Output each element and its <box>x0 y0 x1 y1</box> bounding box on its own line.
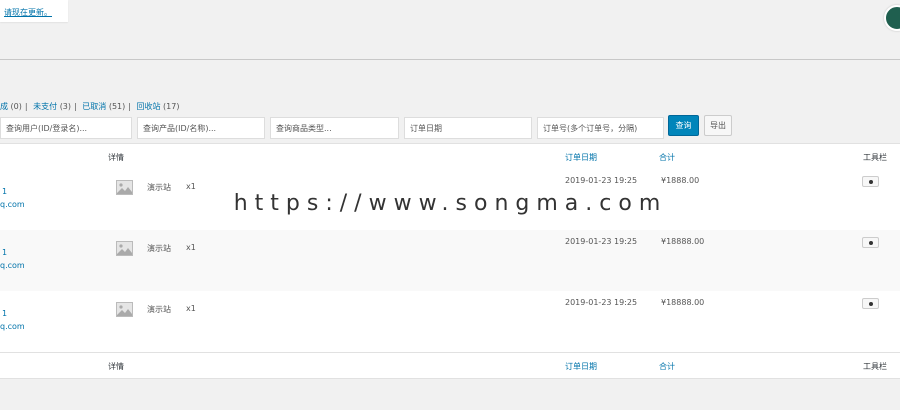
view-order-button[interactable] <box>862 176 879 187</box>
type-search-input[interactable] <box>270 117 399 139</box>
table-header: 详情 订单日期 合计 工具栏 <box>0 143 900 170</box>
column-total[interactable]: 合计 <box>659 361 675 372</box>
column-total[interactable]: 合计 <box>659 152 675 163</box>
avatar[interactable] <box>884 5 900 31</box>
product-quantity: x1 <box>186 182 196 191</box>
column-order-date[interactable]: 订单日期 <box>565 361 597 372</box>
order-total: ¥18888.00 <box>661 237 705 246</box>
orders-table: 详情 订单日期 合计 工具栏 <box>0 143 900 170</box>
user-email-link[interactable]: q.com <box>0 200 25 209</box>
column-tools: 工具栏 <box>863 153 887 162</box>
user-email-link[interactable]: q.com <box>0 322 25 331</box>
view-cancelled[interactable]: 已取消 <box>82 102 106 111</box>
separator: | <box>128 102 131 111</box>
view-trash[interactable]: 回收站 <box>137 102 161 111</box>
view-icon <box>869 302 873 306</box>
column-detail: 详情 <box>108 153 124 162</box>
order-date: 2019-01-23 19:25 <box>565 298 638 307</box>
product-quantity: x1 <box>186 304 196 313</box>
order-date: 2019-01-23 19:25 <box>565 237 638 246</box>
user-id-link[interactable]: 1 <box>2 248 7 257</box>
view-order-button[interactable] <box>862 298 879 309</box>
user-id-link[interactable]: 1 <box>2 309 7 318</box>
view-completed-count: (0) <box>10 102 22 111</box>
table-footer: 详情 订单日期 合计 工具栏 <box>0 352 900 379</box>
column-tools: 工具栏 <box>863 362 887 371</box>
update-now-link[interactable]: 请现在更新。 <box>4 7 52 18</box>
order-total: ¥1888.00 <box>661 176 700 185</box>
image-placeholder-icon <box>116 180 133 195</box>
user-search-input[interactable] <box>0 117 132 139</box>
separator: | <box>24 102 28 111</box>
order-date: 2019-01-23 19:25 <box>565 176 638 185</box>
column-detail: 详情 <box>108 362 124 371</box>
view-cancelled-count: (51) <box>108 102 126 111</box>
order-total: ¥18888.00 <box>661 298 705 307</box>
product-name[interactable]: 演示站 <box>147 243 171 254</box>
order-number-input[interactable] <box>537 117 664 139</box>
product-search-input[interactable] <box>137 117 265 139</box>
view-unpaid-count: (3) <box>59 102 72 111</box>
user-email-link[interactable]: q.com <box>0 261 25 270</box>
product-quantity: x1 <box>186 243 196 252</box>
order-date-input[interactable] <box>404 117 532 139</box>
update-notice: 请现在更新。 <box>0 0 68 22</box>
status-filter-links: 成 (0) | 未支付 (3) | 已取消 (51) | 回收站 (17) <box>0 101 179 112</box>
image-placeholder-icon <box>116 241 133 256</box>
watermark: https://www.songma.com <box>218 190 683 217</box>
table-row: 1 q.com 演示站 x1 2019-01-23 19:25 ¥18888.0… <box>0 291 900 352</box>
column-order-date[interactable]: 订单日期 <box>565 152 597 163</box>
view-trash-count: (17) <box>163 102 180 111</box>
view-completed[interactable]: 成 <box>0 102 8 111</box>
divider <box>0 59 900 60</box>
user-id-link[interactable]: 1 <box>2 187 7 196</box>
view-icon <box>869 241 873 245</box>
table-row: 1 q.com 演示站 x1 2019-01-23 19:25 ¥18888.0… <box>0 230 900 291</box>
view-unpaid[interactable]: 未支付 <box>33 102 57 111</box>
product-name[interactable]: 演示站 <box>147 304 171 315</box>
image-placeholder-icon <box>116 302 133 317</box>
view-order-button[interactable] <box>862 237 879 248</box>
search-button[interactable]: 查询 <box>668 115 699 136</box>
export-button[interactable]: 导出 <box>704 115 732 136</box>
separator: | <box>74 102 77 111</box>
view-icon <box>869 180 873 184</box>
product-name[interactable]: 演示站 <box>147 182 171 193</box>
